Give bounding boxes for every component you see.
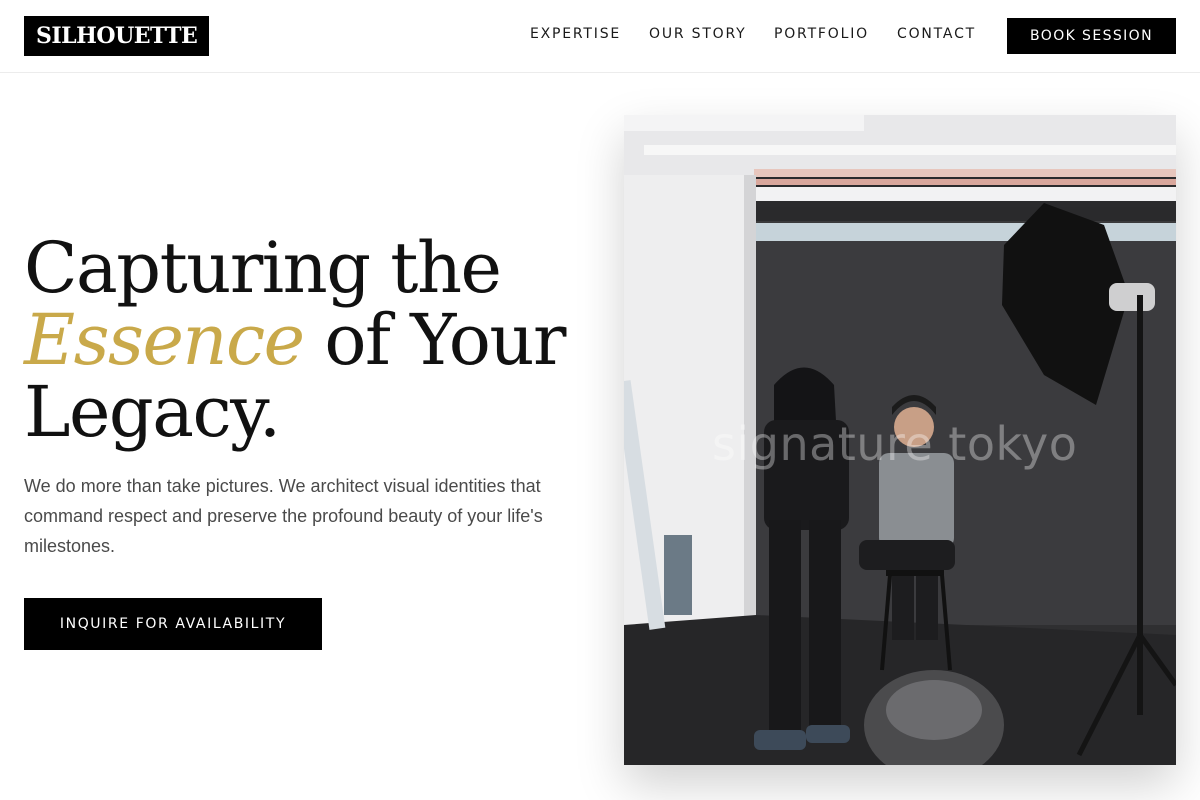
nav-item-our-story[interactable]: OUR STORY — [649, 26, 747, 42]
nav-item-contact[interactable]: CONTACT — [897, 26, 976, 42]
hero-photo: signature tokyo — [624, 115, 1176, 765]
nav-item-expertise[interactable]: EXPERTISE — [530, 26, 621, 42]
hero-title-line-1: Capturing the — [24, 227, 502, 309]
hero-title: Capturing the Essence of Your Legacy. — [24, 232, 584, 448]
hero-title-line-2-rest: of Your — [303, 299, 566, 381]
inquire-availability-button[interactable]: INQUIRE FOR AVAILABILITY — [24, 598, 322, 650]
nav-item-portfolio[interactable]: PORTFOLIO — [774, 26, 869, 42]
brand-logo[interactable]: SILHOUETTE — [24, 16, 210, 56]
hero-title-line-2: Essence of Your — [24, 304, 584, 376]
hero-description: We do more than take pictures. We archit… — [24, 476, 543, 556]
site-header: SILHOUETTE EXPERTISE OUR STORY PORTFOLIO… — [0, 0, 1200, 73]
hero-title-line-3: Legacy. — [24, 371, 281, 453]
photo-watermark: signature tokyo — [712, 417, 1078, 471]
book-session-button[interactable]: BOOK SESSION — [1007, 18, 1176, 54]
hero-title-accent: Essence — [24, 299, 305, 381]
